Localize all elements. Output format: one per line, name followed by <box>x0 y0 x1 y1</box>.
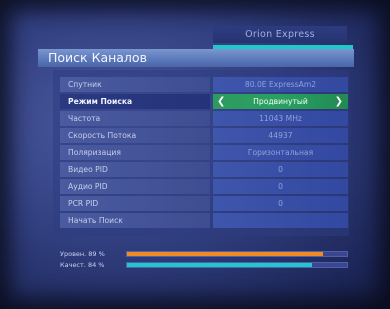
row-symbol-rate[interactable]: Скорость Потока 44937 <box>60 128 348 143</box>
row-video-pid[interactable]: Видео PID 0 <box>60 162 348 177</box>
row-value-selector[interactable]: ❮ Продвинутый ❯ <box>213 94 348 109</box>
row-value: 0 <box>213 196 348 211</box>
signal-level-fill <box>127 252 323 256</box>
arrow-right-icon[interactable]: ❯ <box>335 94 343 109</box>
row-label: Поляризация <box>60 145 210 160</box>
row-label: Частота <box>60 111 210 126</box>
row-value <box>213 213 348 228</box>
row-audio-pid[interactable]: Аудио PID 0 <box>60 179 348 194</box>
row-label: PCR PID <box>60 196 210 211</box>
signal-quality-caption: Качест. <box>60 261 86 269</box>
row-label: Аудио PID <box>60 179 210 194</box>
row-value: Продвинутый <box>253 97 308 106</box>
row-label: Режим Поиска <box>60 94 210 109</box>
page-title: Поиск Каналов <box>48 50 147 65</box>
row-start-search[interactable]: Начать Поиск <box>60 213 348 228</box>
row-value: 0 <box>213 162 348 177</box>
satellite-name-label: Orion Express <box>213 26 347 43</box>
row-value: 44937 <box>213 128 348 143</box>
row-label: Спутник <box>60 77 210 92</box>
row-search-mode[interactable]: Режим Поиска ❮ Продвинутый ❯ <box>60 94 348 109</box>
signal-quality-label: Качест. 84 % <box>60 261 104 269</box>
signal-level-percent: 89 % <box>88 250 105 258</box>
start-search-button[interactable]: Начать Поиск <box>60 213 210 228</box>
row-label: Видео PID <box>60 162 210 177</box>
row-value: 0 <box>213 179 348 194</box>
row-value: Горизонтальная <box>213 145 348 160</box>
row-value: 80.0E ExpressAm2 <box>213 77 348 92</box>
signal-level-label: Уровен. 89 % <box>60 250 105 258</box>
row-pcr-pid[interactable]: PCR PID 0 <box>60 196 348 211</box>
signal-level-bar <box>126 251 348 257</box>
arrow-left-icon[interactable]: ❮ <box>217 94 225 109</box>
tv-screen: Orion Express Поиск Каналов Спутник 80.0… <box>0 0 390 309</box>
row-satellite[interactable]: Спутник 80.0E ExpressAm2 <box>60 77 348 92</box>
row-label: Скорость Потока <box>60 128 210 143</box>
row-value: 11043 MHz <box>213 111 348 126</box>
row-polarization[interactable]: Поляризация Горизонтальная <box>60 145 348 160</box>
row-frequency[interactable]: Частота 11043 MHz <box>60 111 348 126</box>
signal-quality-bar <box>126 262 348 268</box>
signal-quality-percent: 84 % <box>87 261 105 269</box>
signal-level-caption: Уровен. <box>60 250 87 258</box>
signal-quality-fill <box>127 263 312 267</box>
